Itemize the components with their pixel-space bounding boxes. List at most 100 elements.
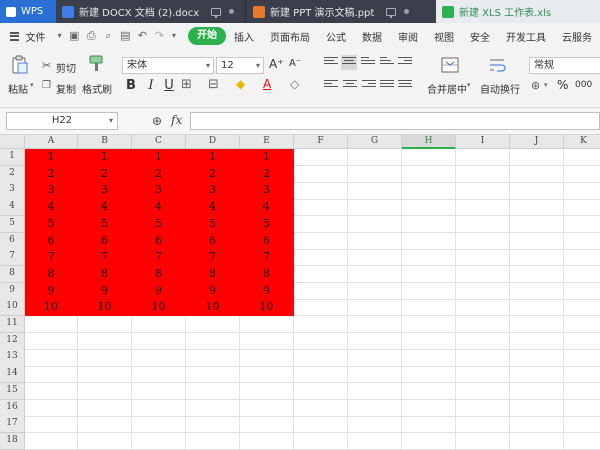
menu-tab-formulas[interactable]: 公式 xyxy=(318,29,354,44)
column-header-c[interactable]: C xyxy=(132,135,186,149)
undo-icon[interactable]: ↶ xyxy=(137,29,148,43)
cell-j16[interactable] xyxy=(510,399,564,417)
justify-icon[interactable] xyxy=(380,80,394,92)
column-header-f[interactable]: F xyxy=(294,135,348,149)
row-header-9[interactable]: 9 xyxy=(0,282,25,300)
cell-h5[interactable] xyxy=(402,215,456,233)
menu-tab-home[interactable]: 开始 xyxy=(188,27,226,45)
cell-j6[interactable] xyxy=(510,232,564,250)
cell-h6[interactable] xyxy=(402,232,456,250)
cell-i9[interactable] xyxy=(456,282,510,300)
cell-i15[interactable] xyxy=(456,382,510,400)
more-icon[interactable]: ▾ xyxy=(171,29,177,43)
cell-b2[interactable]: 2 xyxy=(78,165,132,183)
cell-c3[interactable]: 3 xyxy=(132,182,186,200)
cell-i18[interactable] xyxy=(456,432,510,450)
cell-e4[interactable]: 4 xyxy=(240,199,294,217)
cell-i12[interactable] xyxy=(456,332,510,350)
cell-g5[interactable] xyxy=(348,215,402,233)
currency-dropdown-icon[interactable]: ▾ xyxy=(544,81,548,89)
distributed-icon[interactable] xyxy=(398,80,412,92)
cell-c12[interactable] xyxy=(132,332,186,350)
save-icon[interactable]: ▣ xyxy=(69,29,80,43)
cell-c8[interactable]: 8 xyxy=(132,265,186,284)
cell-g18[interactable] xyxy=(348,432,402,450)
column-header-h[interactable]: H xyxy=(402,135,456,149)
cell-j2[interactable] xyxy=(510,165,564,183)
cell-h7[interactable] xyxy=(402,249,456,267)
cell-j17[interactable] xyxy=(510,416,564,434)
cell-c5[interactable]: 5 xyxy=(132,215,186,233)
cell-f16[interactable] xyxy=(294,399,348,417)
cell-c14[interactable] xyxy=(132,366,186,384)
align-middle-icon[interactable] xyxy=(341,55,357,70)
currency-icon[interactable]: ⊛ xyxy=(531,79,540,92)
cell-a12[interactable] xyxy=(25,332,78,350)
cell-c6[interactable]: 6 xyxy=(132,232,186,250)
cell-i2[interactable] xyxy=(456,165,510,183)
cell-b4[interactable]: 4 xyxy=(78,199,132,217)
cell-h18[interactable] xyxy=(402,432,456,450)
cell-a3[interactable]: 3 xyxy=(25,182,78,200)
indent-icon[interactable] xyxy=(398,57,412,69)
cell-e11[interactable] xyxy=(240,316,294,334)
cell-j8[interactable] xyxy=(510,265,564,284)
cell-k8[interactable] xyxy=(564,266,600,284)
cell-a15[interactable] xyxy=(25,382,78,400)
cell-c18[interactable] xyxy=(132,432,186,450)
cell-c9[interactable]: 9 xyxy=(132,282,186,300)
cell-e17[interactable] xyxy=(240,416,294,434)
cell-d8[interactable]: 8 xyxy=(186,265,240,284)
cell-a2[interactable]: 2 xyxy=(25,165,78,183)
cell-c4[interactable]: 4 xyxy=(132,199,186,217)
cell-k16[interactable] xyxy=(564,400,600,417)
cell-e5[interactable]: 5 xyxy=(240,215,294,233)
cell-j13[interactable] xyxy=(510,349,564,367)
cell-f8[interactable] xyxy=(294,265,348,284)
cell-g17[interactable] xyxy=(348,416,402,434)
select-all-corner[interactable] xyxy=(0,135,25,149)
cell-h12[interactable] xyxy=(402,332,456,350)
cell-c10[interactable]: 10 xyxy=(132,299,186,317)
cell-k2[interactable] xyxy=(564,166,600,183)
cell-f18[interactable] xyxy=(294,432,348,450)
menu-tab-developer[interactable]: 开发工具 xyxy=(498,29,554,44)
cell-a5[interactable]: 5 xyxy=(25,215,78,233)
cell-h14[interactable] xyxy=(402,366,456,384)
cell-j11[interactable] xyxy=(510,316,564,334)
cell-e15[interactable] xyxy=(240,382,294,400)
export-icon[interactable]: ▤ xyxy=(120,29,131,43)
paste-dropdown-icon[interactable]: ▾ xyxy=(30,81,34,89)
cell-f6[interactable] xyxy=(294,232,348,250)
formula-input[interactable] xyxy=(190,112,600,130)
cell-j15[interactable] xyxy=(510,382,564,400)
file-menu[interactable]: 文件 xyxy=(23,29,53,44)
print-icon[interactable]: ⎙ xyxy=(86,29,97,43)
row-header-10[interactable]: 10 xyxy=(0,299,25,317)
cell-d18[interactable] xyxy=(186,432,240,450)
menu-tab-cloud[interactable]: 云服务 xyxy=(554,29,600,44)
cell-h17[interactable] xyxy=(402,416,456,434)
cell-e10[interactable]: 10 xyxy=(240,299,294,317)
cell-c17[interactable] xyxy=(132,416,186,434)
cell-f2[interactable] xyxy=(294,165,348,183)
row-header-3[interactable]: 3 xyxy=(0,182,25,200)
percent-button[interactable]: % xyxy=(557,78,568,92)
column-header-d[interactable]: D xyxy=(186,135,240,149)
menu-tab-security[interactable]: 安全 xyxy=(462,29,498,44)
cell-g15[interactable] xyxy=(348,382,402,400)
print-preview-icon[interactable]: ⌕ xyxy=(103,29,114,43)
row-header-13[interactable]: 13 xyxy=(0,349,25,367)
cell-d7[interactable]: 7 xyxy=(186,249,240,267)
cell-d13[interactable] xyxy=(186,349,240,367)
cell-g3[interactable] xyxy=(348,182,402,200)
cell-k14[interactable] xyxy=(564,366,600,384)
cell-j9[interactable] xyxy=(510,282,564,300)
row-header-17[interactable]: 17 xyxy=(0,416,25,434)
paste-button[interactable]: 粘贴 xyxy=(8,81,28,96)
tab-wps-home[interactable]: WPS xyxy=(0,0,56,23)
cell-d4[interactable]: 4 xyxy=(186,199,240,217)
cell-j5[interactable] xyxy=(510,215,564,233)
cell-d5[interactable]: 5 xyxy=(186,215,240,233)
cell-a14[interactable] xyxy=(25,366,78,384)
